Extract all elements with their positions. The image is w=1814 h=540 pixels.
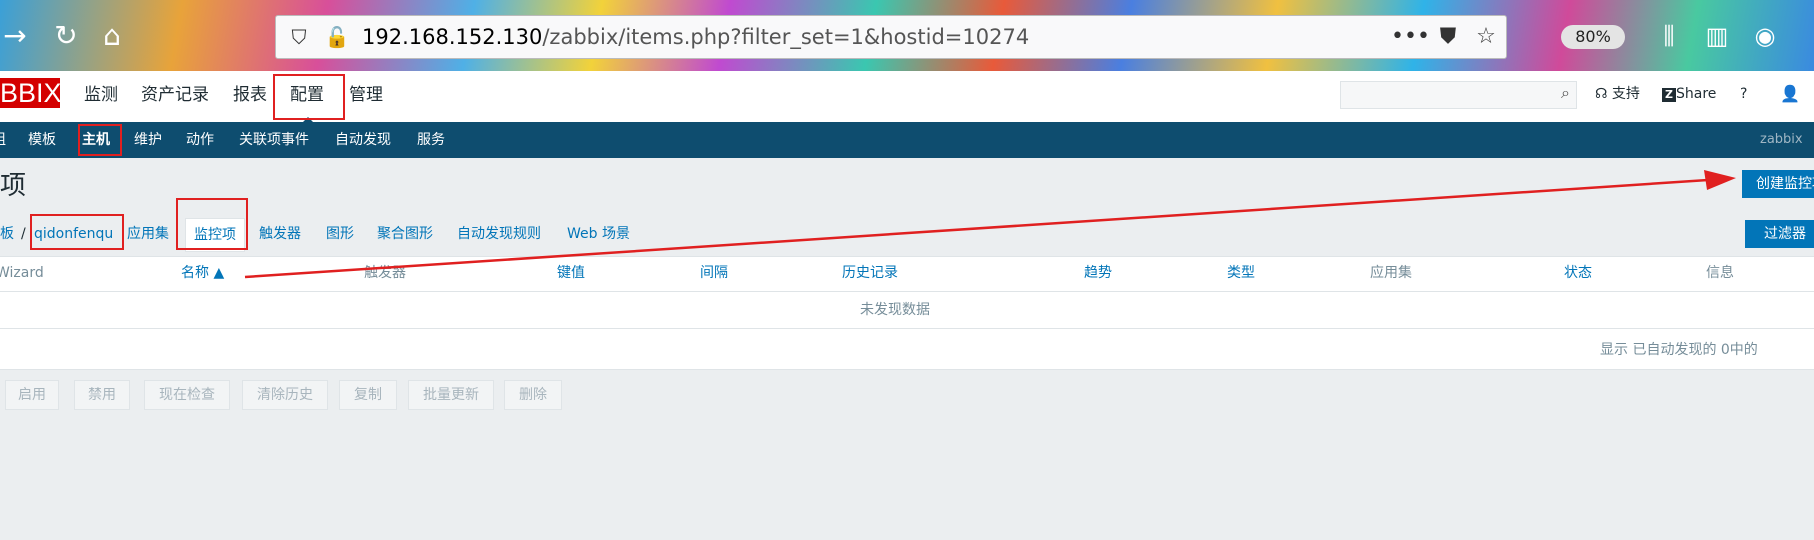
annotation-arrow [244,170,1736,279]
